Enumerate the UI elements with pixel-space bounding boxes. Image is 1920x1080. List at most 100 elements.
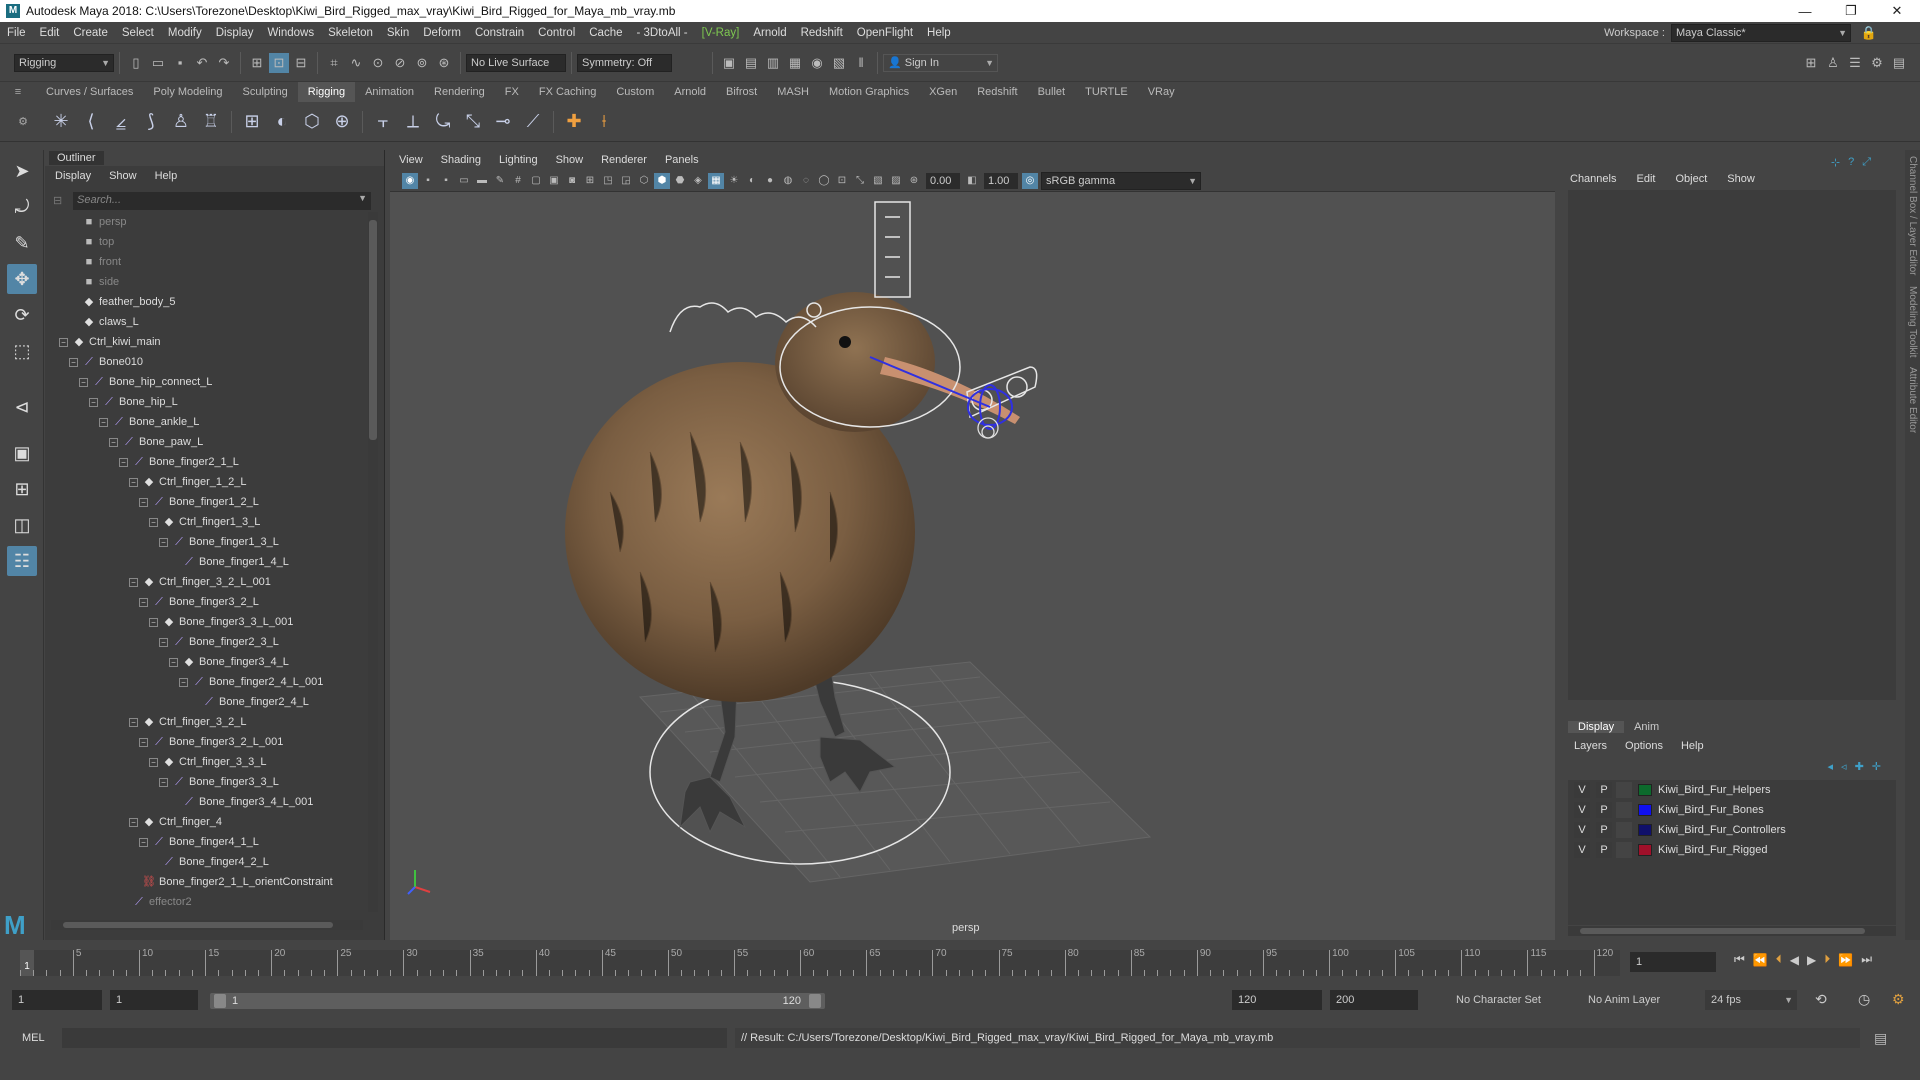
current-time-marker[interactable]: 1 — [20, 950, 34, 976]
side-tab-modeling-toolkit[interactable]: Modeling Toolkit — [1907, 286, 1918, 358]
layer-row[interactable]: V P Kiwi_Bird_Fur_Helpers — [1568, 780, 1896, 800]
scale-constraint-icon[interactable]: ⤡ — [459, 108, 487, 136]
snap-vertex-icon[interactable]: ⊛ — [434, 53, 454, 73]
collapse-icon[interactable]: − — [119, 457, 128, 467]
script-editor-icon[interactable]: ▤ — [1874, 1030, 1887, 1047]
outliner-item[interactable]: ■ front — [49, 252, 367, 272]
menu-deform[interactable]: Deform — [416, 27, 468, 39]
collapse-icon[interactable]: − — [139, 597, 148, 607]
snap-curve-icon[interactable]: ∿ — [346, 53, 366, 73]
outliner-item[interactable]: − ⟋ Bone_finger2_1_L — [49, 452, 367, 472]
layer-color-swatch[interactable] — [1638, 784, 1652, 796]
collapse-icon[interactable]: − — [139, 497, 148, 507]
shadows-icon[interactable]: ◐ — [744, 173, 760, 189]
viewport-menu-view[interactable]: View — [399, 154, 423, 166]
two-view-icon[interactable]: ◫ — [7, 510, 37, 540]
shelf-tab-rigging[interactable]: Rigging — [297, 82, 356, 102]
outliner-item[interactable]: ⛓ Bone_finger2_1_L_orientConstraint — [49, 872, 367, 892]
menu-edit[interactable]: Edit — [33, 27, 67, 39]
tool-settings-icon[interactable]: ⚙ — [1867, 53, 1887, 73]
orient-constraint-icon[interactable]: ⤿ — [429, 108, 457, 136]
wireframe-on-shaded-icon[interactable]: ⬣ — [672, 173, 688, 189]
outliner-item[interactable]: − ◆ Ctrl_finger1_3_L — [49, 512, 367, 532]
sign-in-button[interactable]: 👤 Sign In ▼ — [883, 53, 998, 72]
auto-key-icon[interactable]: ◷ — [1858, 991, 1870, 1008]
layer-menu-layers[interactable]: Layers — [1574, 740, 1607, 752]
command-input[interactable] — [62, 1028, 727, 1048]
grease-pencil-icon[interactable]: ✎ — [492, 173, 508, 189]
collapse-icon[interactable]: − — [159, 637, 168, 647]
insert-joint-icon[interactable]: ⟨ — [77, 108, 105, 136]
shelf-tab-sculpting[interactable]: Sculpting — [233, 82, 298, 102]
shelf-tab-fx[interactable]: FX — [495, 82, 529, 102]
menu-select[interactable]: Select — [115, 27, 161, 39]
step-back-key-icon[interactable]: ⏪ — [1753, 953, 1768, 967]
3d-viewport[interactable]: persp — [390, 192, 1555, 940]
layer-hscrollbar[interactable] — [1568, 926, 1896, 936]
viewport-menu-show[interactable]: Show — [556, 154, 584, 166]
outliner-item[interactable]: − ◆ Bone_finger3_4_L — [49, 652, 367, 672]
symmetry-dropdown[interactable]: Symmetry: Off — [577, 53, 672, 72]
cluster-icon[interactable]: ⊕ — [328, 108, 356, 136]
wireframe-icon[interactable]: ⬡ — [636, 173, 652, 189]
scale-tool-icon[interactable]: ⬚ — [7, 336, 37, 366]
play-backwards-icon[interactable]: ◀ — [1790, 953, 1799, 967]
snap-point-icon[interactable]: ⊙ — [368, 53, 388, 73]
layer-menu-options[interactable]: Options — [1625, 740, 1663, 752]
outliner-item[interactable]: − ◆ Ctrl_kiwi_main — [49, 332, 367, 352]
xray-active-icon[interactable]: ▧ — [870, 173, 886, 189]
depth-of-field-icon[interactable]: ◯ — [816, 173, 832, 189]
move-layer-down-icon[interactable]: ◃ — [1841, 760, 1847, 773]
menu-file[interactable]: File — [0, 27, 33, 39]
minimize-icon[interactable]: — — [1782, 4, 1828, 19]
layer-tab-anim[interactable]: Anim — [1624, 721, 1669, 733]
play-forward-icon[interactable]: ▶ — [1807, 953, 1816, 967]
camera-attr-icon[interactable]: ▪ — [420, 173, 436, 189]
viewport-menu-renderer[interactable]: Renderer — [601, 154, 647, 166]
playback-toggle[interactable]: P — [1596, 802, 1612, 818]
new-layer-icon[interactable]: ✚ — [1855, 760, 1864, 773]
viewport-menu-shading[interactable]: Shading — [441, 154, 481, 166]
anti-aliasing-icon[interactable]: ◌ — [798, 173, 814, 189]
parent-constraint-icon[interactable]: ⫟ — [369, 108, 397, 136]
menu-windows[interactable]: Windows — [260, 27, 321, 39]
pole-vector-icon[interactable]: ⟋ — [519, 108, 547, 136]
redo-icon[interactable]: ↷ — [214, 53, 234, 73]
collapse-icon[interactable]: − — [79, 377, 88, 387]
select-camera-icon[interactable]: ◉ — [402, 172, 418, 189]
safe-title-icon[interactable]: ◲ — [618, 173, 634, 189]
playback-toggle[interactable]: P — [1596, 822, 1612, 838]
layer-color-swatch[interactable] — [1638, 804, 1652, 816]
outliner-item[interactable]: ⟋ Bone_finger4_2_L — [49, 852, 367, 872]
side-tab-channel-box-layer-editor[interactable]: Channel Box / Layer Editor — [1907, 156, 1918, 276]
outliner-scrollbar[interactable] — [368, 212, 378, 912]
collapse-icon[interactable]: − — [89, 397, 98, 407]
field-chart-icon[interactable]: ⊞ — [582, 173, 598, 189]
channel-menu-channels[interactable]: Channels — [1570, 173, 1616, 185]
outliner-item[interactable]: − ◆ Ctrl_finger_3_2_L_001 — [49, 572, 367, 592]
image-plane-icon[interactable]: ▭ — [456, 173, 472, 189]
character-set-dropdown[interactable]: No Character Set — [1450, 990, 1555, 1010]
xray-icon[interactable]: ▦ — [708, 172, 724, 189]
shelf-tab-xgen[interactable]: XGen — [919, 82, 967, 102]
gate-mask-icon[interactable]: ◙ — [564, 173, 580, 189]
render-seq-icon[interactable]: ▤ — [741, 53, 761, 73]
playback-end-field[interactable]: 120 — [1232, 990, 1322, 1010]
open-scene-icon[interactable]: ▭ — [148, 53, 168, 73]
collapse-icon[interactable]: − — [109, 437, 118, 447]
create-joints-icon[interactable]: ✳ — [47, 108, 75, 136]
new-scene-icon[interactable]: ▯ — [126, 53, 146, 73]
menu-help[interactable]: Help — [920, 27, 958, 39]
snap-icon[interactable]: ⊹ — [1831, 156, 1840, 169]
menu-constrain[interactable]: Constrain — [468, 27, 531, 39]
backface-icon[interactable]: ▨ — [888, 173, 904, 189]
quick-rig-icon[interactable]: ♖ — [197, 108, 225, 136]
cluster-handle-icon[interactable]: ⟊ — [590, 108, 618, 136]
time-slider-track[interactable]: 1 5 10 15 20 25 30 35 40 45 50 55 60 65 70 75 80 85 90 95 1… — [20, 948, 1620, 976]
textured-icon[interactable]: ◈ — [690, 173, 706, 189]
channel-menu-object[interactable]: Object — [1675, 173, 1707, 185]
2d-pan-icon[interactable]: ▬ — [474, 173, 490, 189]
collapse-icon[interactable]: − — [59, 337, 68, 347]
side-tab-attribute-editor[interactable]: Attribute Editor — [1907, 367, 1918, 433]
menu-display[interactable]: Display — [209, 27, 261, 39]
